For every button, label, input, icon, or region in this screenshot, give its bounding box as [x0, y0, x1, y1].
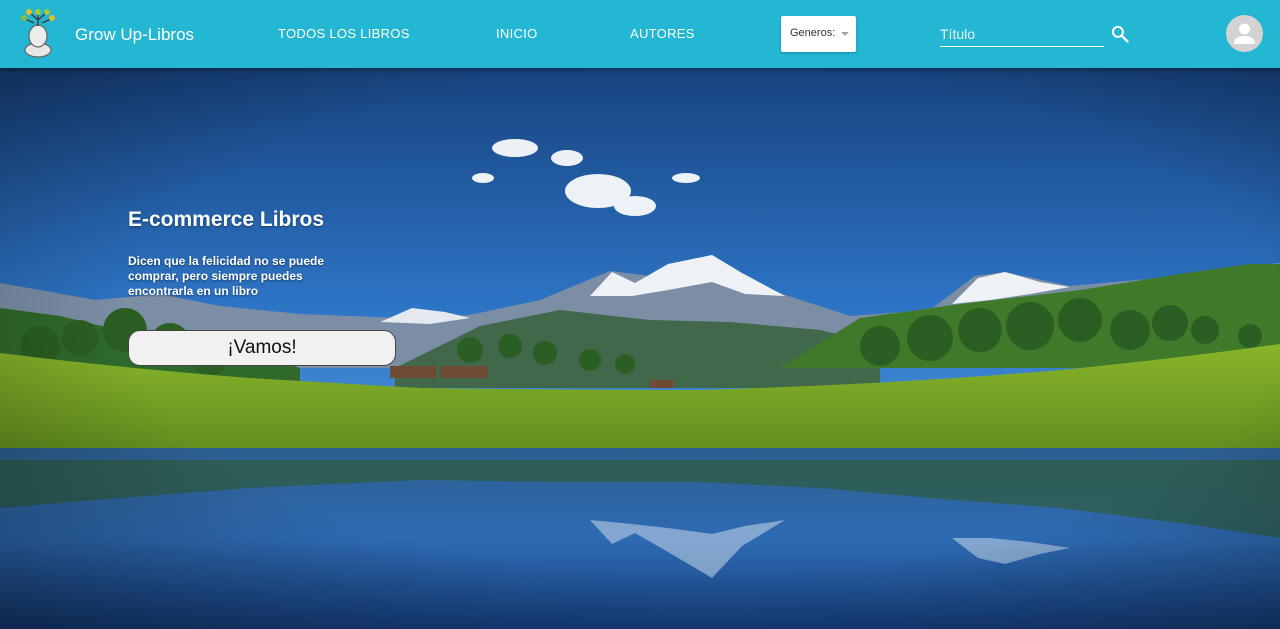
nav-link-todos-los-libros[interactable]: TODOS LOS LIBROS — [278, 26, 410, 41]
brand-name[interactable]: Grow Up-Libros — [75, 25, 194, 45]
genre-select[interactable]: Generos: — [781, 16, 856, 52]
hero-title: E-commerce Libros — [128, 208, 325, 231]
title-search-input[interactable] — [940, 22, 1104, 47]
chevron-down-icon — [841, 32, 849, 36]
tree-head-logo[interactable] — [15, 6, 61, 58]
navbar: Grow Up-Libros TODOS LOS LIBROS INICIO A… — [0, 0, 1280, 68]
vamos-button[interactable]: ¡Vamos! — [128, 330, 396, 366]
search-icon[interactable] — [1110, 24, 1130, 44]
nav-link-inicio[interactable]: INICIO — [496, 26, 538, 41]
hero-tagline: Dicen que la felicidad no se puede compr… — [128, 254, 325, 298]
nav-link-autores[interactable]: AUTORES — [630, 26, 695, 41]
user-avatar-icon[interactable] — [1226, 15, 1263, 52]
genre-select-value: Generos: — [790, 27, 836, 39]
hero-banner: E-commerce Libros Dicen que la felicidad… — [0, 68, 1280, 629]
